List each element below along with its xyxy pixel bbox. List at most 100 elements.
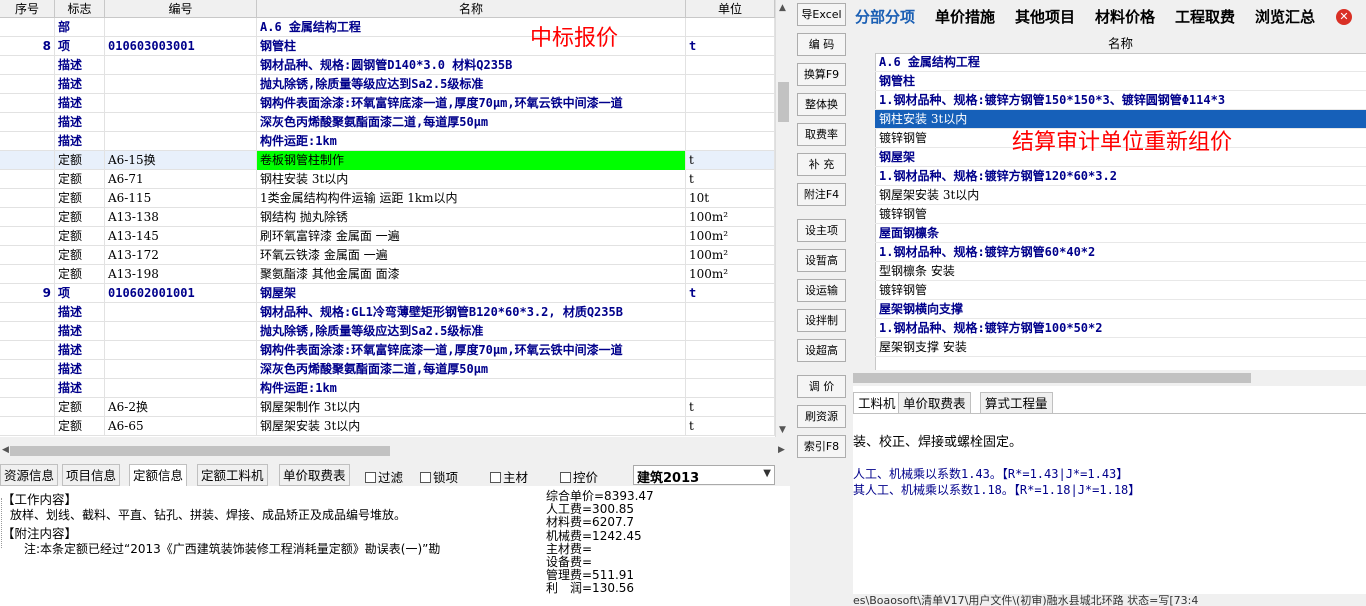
audit-row[interactable]: 1.钢材品种、规格:镀锌方钢管60*40*2 [875, 243, 1366, 262]
scroll-up-icon[interactable]: ▲ [779, 3, 786, 13]
table-row[interactable]: 定额 A13-145 刷环氧富锌漆 金属面 一遍 100m² [0, 227, 775, 246]
scroll-left-icon[interactable]: ◀ [2, 445, 9, 455]
cell-flag: 定额 [55, 151, 105, 170]
cell-code: A6-71 [105, 170, 257, 189]
tab-project-info[interactable]: 项目信息 [62, 464, 121, 486]
table-row[interactable]: 8 项 010603003001 钢管柱 t [0, 37, 775, 56]
tab-unit-measures[interactable]: 单价措施 [935, 0, 995, 34]
toolbar-button-14[interactable]: 索引F8 [797, 435, 846, 458]
table-row[interactable]: 定额 A6-15换 卷板钢管柱制作 t [0, 151, 775, 170]
table-row[interactable]: 描述 钢材品种、规格:GL1冷弯薄壁矩形钢管B120*60*3.2, 材质Q235… [0, 303, 775, 322]
detail-line-3: 其人工、机械乘以系数1.18。【R*=1.18|J*=1.18】 [853, 483, 1141, 497]
left-vertical-scrollbar[interactable]: ▲ ▼ [775, 0, 791, 437]
cell-seq [0, 341, 55, 360]
tab-sub-items[interactable]: 分部分项 [855, 0, 915, 34]
toolbar-button-8[interactable]: 设暂高 [797, 249, 846, 272]
tab-formula-quantity[interactable]: 算式工程量 [980, 392, 1053, 414]
filter-checkbox[interactable]: 过滤 [365, 467, 403, 486]
table-row[interactable]: 描述 钢材品种、规格:圆钢管D140*3.0 材料Q235B [0, 56, 775, 75]
audit-row[interactable]: 1.钢材品种、规格:镀锌方钢管150*150*3、镀锌圆钢管Φ114*3 [875, 91, 1366, 110]
table-row[interactable]: 描述 钢构件表面涂漆:环氧富锌底漆一道,厚度70μm,环氧云铁中间漆一道 [0, 94, 775, 113]
close-icon[interactable]: ✕ [1336, 9, 1352, 25]
toolbar-button-12[interactable]: 调 价 [797, 375, 846, 398]
tree-line [1, 498, 8, 548]
tab-quota-info[interactable]: 定额信息 [129, 464, 188, 486]
table-row[interactable]: 定额 A13-138 钢结构 抛丸除锈 100m² [0, 208, 775, 227]
tab-quota-materials[interactable]: 定额工料机 [197, 464, 268, 486]
audit-row[interactable]: 钢屋架安装 3t以内 [875, 186, 1366, 205]
cell-seq [0, 189, 55, 208]
table-row[interactable]: 描述 抛丸除锈,除质量等级应达到Sa2.5级标准 [0, 322, 775, 341]
scroll-down-icon[interactable]: ▼ [779, 425, 786, 435]
tab-summary[interactable]: 浏览汇总 [1255, 0, 1315, 34]
toolbar-button-3[interactable]: 整体换 [797, 93, 846, 116]
table-row[interactable]: 描述 深灰色丙烯酸聚氨酯面漆二道,每道厚50μm [0, 113, 775, 132]
tab-unit-price-table[interactable]: 单价取费表 [279, 464, 350, 486]
table-row[interactable]: 描述 构件运距:1km [0, 132, 775, 151]
right-h-scroll-thumb[interactable] [853, 373, 1251, 383]
main-material-checkbox[interactable]: 主材 [490, 467, 528, 486]
cell-unit [686, 56, 775, 75]
toolbar-button-6[interactable]: 附注F4 [797, 183, 846, 206]
header-unit: 单位 [686, 0, 775, 18]
audit-row[interactable]: 镀锌钢管 [875, 281, 1366, 300]
tab-unit-fee-table[interactable]: 单价取费表 [898, 392, 971, 414]
toolbar-button-4[interactable]: 取费率 [797, 123, 846, 146]
right-header-name: 名称 [875, 34, 1366, 54]
toolbar-button-1[interactable]: 编 码 [797, 33, 846, 56]
audit-row[interactable]: 1.钢材品种、规格:镀锌方钢管100*50*2 [875, 319, 1366, 338]
cost-item: 材料费=6207.7 [546, 515, 635, 530]
table-row[interactable]: 描述 深灰色丙烯酸聚氨酯面漆二道,每道厚50μm [0, 360, 775, 379]
table-row[interactable]: 部 A.6 金属结构工程 [0, 18, 775, 37]
scroll-right-icon[interactable]: ▶ [778, 445, 785, 455]
tab-material-prices[interactable]: 材料价格 [1095, 0, 1155, 34]
table-row[interactable]: 描述 钢构件表面涂漆:环氧富锌底漆一道,厚度70μm,环氧云铁中间漆一道 [0, 341, 775, 360]
right-horizontal-scrollbar[interactable] [853, 370, 1366, 386]
header-seq: 序号 [0, 0, 55, 18]
cell-flag: 描述 [55, 75, 105, 94]
tab-other-items[interactable]: 其他项目 [1015, 0, 1075, 34]
cell-code: A6-2换 [105, 398, 257, 417]
toolbar-button-11[interactable]: 设超高 [797, 339, 846, 362]
table-row[interactable]: 定额 A6-71 钢柱安装 3t以内 t [0, 170, 775, 189]
toolbar-button-5[interactable]: 补 充 [797, 153, 846, 176]
toolbar-button-9[interactable]: 设运输 [797, 279, 846, 302]
tab-project-fees[interactable]: 工程取费 [1175, 0, 1235, 34]
audit-row[interactable]: 屋架钢横向支撑 [875, 300, 1366, 319]
toolbar-button-13[interactable]: 刷资源 [797, 405, 846, 428]
toolbar-button-7[interactable]: 设主项 [797, 219, 846, 242]
h-scroll-thumb[interactable] [10, 446, 390, 456]
scroll-thumb[interactable] [778, 82, 789, 122]
table-row[interactable]: 定额 A6-2换 钢屋架制作 3t以内 t [0, 398, 775, 417]
cell-code [105, 18, 257, 37]
table-row[interactable]: 定额 A6-65 钢屋架安装 3t以内 t [0, 417, 775, 436]
row-gutter [853, 34, 876, 370]
lock-checkbox[interactable]: 锁项 [420, 467, 458, 486]
audit-row[interactable]: 屋面钢檩条 [875, 224, 1366, 243]
toolbar-button-2[interactable]: 换算F9 [797, 63, 846, 86]
left-horizontal-scrollbar[interactable]: ◀ ▶ [0, 444, 790, 458]
cell-flag: 描述 [55, 303, 105, 322]
table-row[interactable]: 9 项 010602001001 钢屋架 t [0, 284, 775, 303]
cell-unit: t [686, 37, 775, 56]
tab-materials[interactable]: 工料机 [853, 392, 901, 414]
audit-row[interactable]: 1.钢材品种、规格:镀锌方钢管120*60*3.2 [875, 167, 1366, 186]
table-row[interactable]: 定额 A13-172 环氧云铁漆 金属面 一遍 100m² [0, 246, 775, 265]
table-row[interactable]: 描述 抛丸除锈,除质量等级应达到Sa2.5级标准 [0, 75, 775, 94]
audit-row[interactable]: 屋架钢支撑 安装 [875, 338, 1366, 357]
bid-price-annotation: 中标报价 [530, 26, 619, 51]
standard-select[interactable]: 建筑2013 ▼ [633, 465, 775, 486]
table-row[interactable]: 定额 A6-115 1类金属结构构件运输 运距 1km以内 10t [0, 189, 775, 208]
audit-row[interactable]: 钢管柱 [875, 72, 1366, 91]
audit-row[interactable]: 镀锌钢管 [875, 205, 1366, 224]
table-row[interactable]: 定额 A13-198 聚氨酯漆 其他金属面 面漆 100m² [0, 265, 775, 284]
audit-row[interactable]: 型钢檩条 安装 [875, 262, 1366, 281]
audit-row[interactable]: A.6 金属结构工程 [875, 53, 1366, 72]
toolbar-button-0[interactable]: 导Excel [797, 3, 846, 26]
table-row[interactable]: 描述 构件运距:1km [0, 379, 775, 398]
tab-resource-info[interactable]: 资源信息 [0, 464, 59, 486]
chevron-down-icon[interactable]: ▼ [763, 468, 771, 479]
cell-unit [686, 303, 775, 322]
price-control-checkbox[interactable]: 控价 [560, 467, 598, 486]
toolbar-button-10[interactable]: 设拌制 [797, 309, 846, 332]
